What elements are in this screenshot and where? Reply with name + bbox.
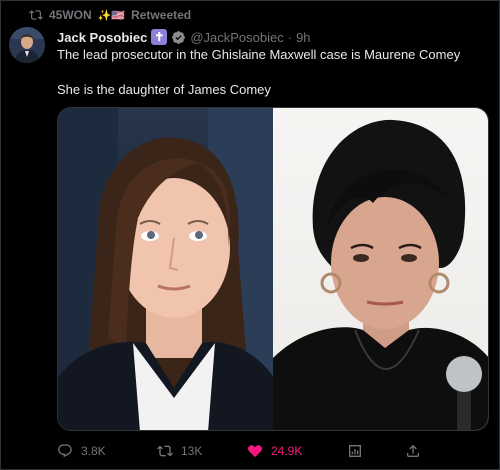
retweeter-badge: ✨🇺🇸 [97,9,126,22]
reply-button[interactable]: 3.8K [57,443,106,459]
stats-icon [349,445,361,457]
tweet-actions: 3.8K 13K 24.9K [57,439,477,463]
stats-button[interactable] [347,443,363,459]
share-button[interactable] [405,443,421,459]
like-count: 24.9K [271,444,303,458]
retweet-count: 13K [181,444,203,458]
media-photo-left[interactable] [58,108,273,430]
author-handle[interactable]: @JackPosobiec [190,30,283,45]
avatar[interactable] [9,27,45,63]
verified-icon [172,30,186,44]
reply-count: 3.8K [81,444,106,458]
tweet-media[interactable] [57,107,489,431]
share-icon [407,444,419,457]
tweet-text-line-1: The lead prosecutor in the Ghislaine Max… [57,47,461,62]
heart-icon [248,445,262,458]
tweet-timestamp[interactable]: 9h [296,30,310,45]
retweet-icon [157,445,173,457]
tweet-card[interactable]: 45WON ✨🇺🇸 Retweeted Jack Posobiec ✝ @Jack… [0,0,500,470]
reply-icon [58,444,72,458]
tweet-text-line-2: She is the daughter of James Comey [57,82,271,97]
like-button[interactable]: 24.9K [247,443,302,459]
separator-dot: · [287,29,293,45]
media-photo-right[interactable] [273,108,488,430]
cross-badge: ✝ [151,29,168,45]
retweeter-name[interactable]: 45WON [49,8,92,22]
tweet-header: Jack Posobiec ✝ @JackPosobiec · 9h [57,29,311,45]
author-name[interactable]: Jack Posobiec [57,30,147,45]
retweet-icon [29,10,43,20]
retweet-button[interactable]: 13K [157,443,202,459]
retweet-label: Retweeted [131,8,192,22]
retweet-context: 45WON ✨🇺🇸 Retweeted [29,7,191,23]
